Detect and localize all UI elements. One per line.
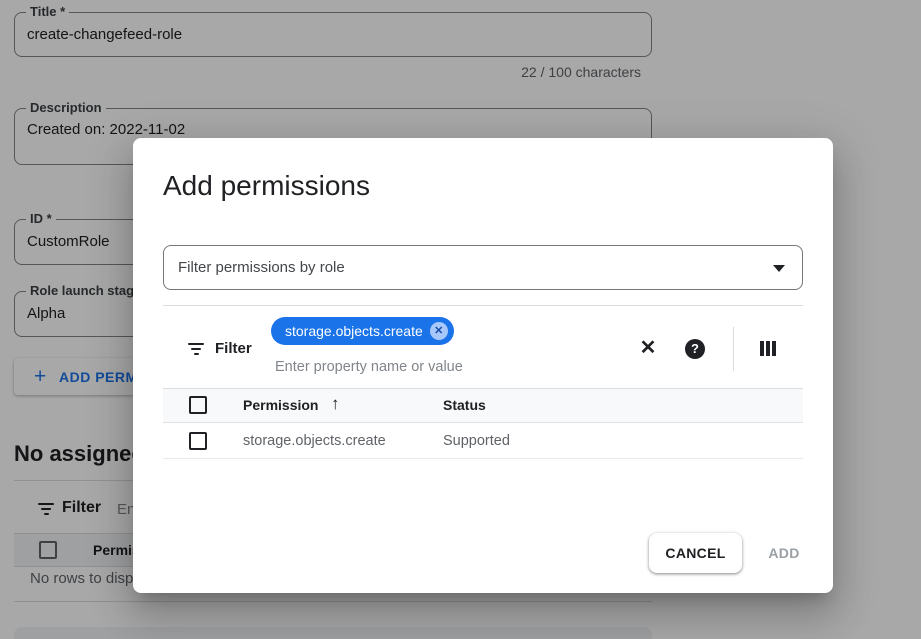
filter-permissions-by-role-dropdown[interactable]: Filter permissions by role [163, 245, 803, 290]
dropdown-placeholder: Filter permissions by role [178, 259, 345, 276]
add-permissions-dialog: Add permissions Filter permissions by ro… [133, 138, 833, 593]
select-all-checkbox[interactable] [189, 396, 207, 414]
filter-chip-text: storage.objects.create [285, 323, 423, 339]
filter-label: Filter [215, 340, 252, 357]
chip-remove-icon[interactable]: ✕ [430, 322, 448, 340]
row-checkbox[interactable] [189, 432, 207, 450]
add-button[interactable]: ADD [749, 533, 819, 573]
vertical-divider [733, 327, 734, 371]
status-column-header[interactable]: Status [443, 397, 486, 413]
row-status-cell: Supported [443, 433, 510, 449]
filter-icon [188, 343, 204, 358]
divider [163, 305, 803, 306]
dropdown-arrow-icon [773, 265, 785, 272]
cancel-button[interactable]: CANCEL [649, 533, 742, 573]
help-icon[interactable]: ? [685, 339, 705, 359]
permission-column-header[interactable]: Permission [243, 397, 318, 413]
clear-filters-icon[interactable]: ✕ [635, 335, 661, 361]
filter-chip[interactable]: storage.objects.create ✕ [271, 317, 454, 345]
sort-ascending-icon[interactable]: ↑ [331, 394, 340, 414]
filter-input[interactable]: Enter property name or value [275, 359, 463, 375]
row-permission-cell: storage.objects.create [243, 433, 386, 449]
dialog-title: Add permissions [163, 170, 370, 202]
create-role-page: Title * create-changefeed-role 22 / 100 … [0, 0, 921, 639]
columns-icon[interactable] [760, 341, 778, 361]
